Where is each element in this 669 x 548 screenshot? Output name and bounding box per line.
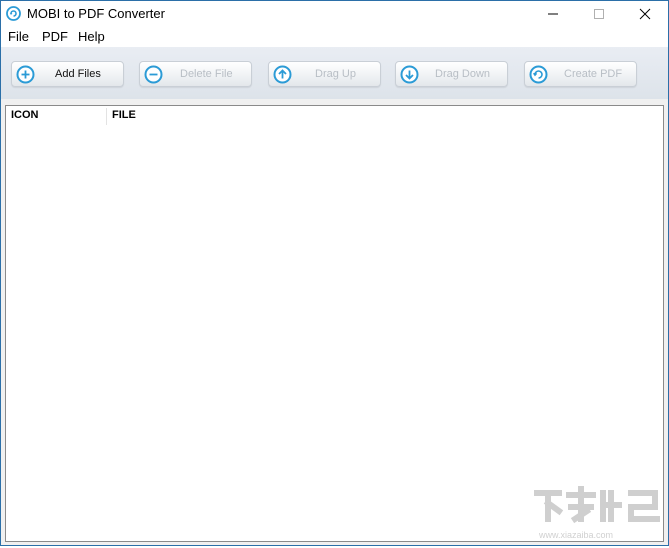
file-list[interactable]: ICON FILE bbox=[5, 105, 664, 542]
list-header: ICON FILE bbox=[6, 106, 663, 126]
column-divider[interactable] bbox=[106, 108, 107, 125]
window-title: MOBI to PDF Converter bbox=[27, 6, 165, 21]
menu-pdf[interactable]: PDF bbox=[42, 29, 68, 44]
drag-down-button[interactable]: Drag Down bbox=[395, 61, 508, 87]
arrow-down-circle-icon bbox=[400, 65, 419, 84]
delete-file-label: Delete File bbox=[180, 68, 233, 80]
maximize-button[interactable] bbox=[577, 1, 621, 27]
drag-up-label: Drag Up bbox=[315, 68, 356, 80]
plus-circle-icon bbox=[16, 65, 35, 84]
column-header-icon[interactable]: ICON bbox=[11, 109, 39, 121]
column-header-file[interactable]: FILE bbox=[112, 109, 136, 121]
site-watermark: www.xiazaiba.com bbox=[531, 485, 665, 543]
delete-file-button[interactable]: Delete File bbox=[139, 61, 252, 87]
create-pdf-label: Create PDF bbox=[564, 68, 623, 80]
close-icon bbox=[639, 8, 651, 20]
close-button[interactable] bbox=[623, 1, 667, 27]
maximize-icon bbox=[594, 9, 604, 19]
svg-text:www.xiazaiba.com: www.xiazaiba.com bbox=[538, 530, 613, 540]
refresh-circle-icon bbox=[529, 65, 548, 84]
arrow-up-circle-icon bbox=[273, 65, 292, 84]
title-bar[interactable]: MOBI to PDF Converter bbox=[1, 1, 668, 27]
app-logo-icon bbox=[6, 6, 21, 21]
minimize-button[interactable] bbox=[531, 1, 575, 27]
app-window: MOBI to PDF Converter File PDF Help Add … bbox=[0, 0, 669, 546]
toolbar: Add Files Delete File Drag Up Drag Down … bbox=[1, 47, 668, 99]
create-pdf-button[interactable]: Create PDF bbox=[524, 61, 637, 87]
menu-bar: File PDF Help bbox=[1, 27, 668, 47]
drag-down-label: Drag Down bbox=[435, 68, 491, 80]
add-files-button[interactable]: Add Files bbox=[11, 61, 124, 87]
minimize-icon bbox=[548, 13, 558, 15]
add-files-label: Add Files bbox=[55, 68, 101, 80]
drag-up-button[interactable]: Drag Up bbox=[268, 61, 381, 87]
menu-file[interactable]: File bbox=[8, 29, 29, 44]
menu-help[interactable]: Help bbox=[78, 29, 105, 44]
minus-circle-icon bbox=[144, 65, 163, 84]
